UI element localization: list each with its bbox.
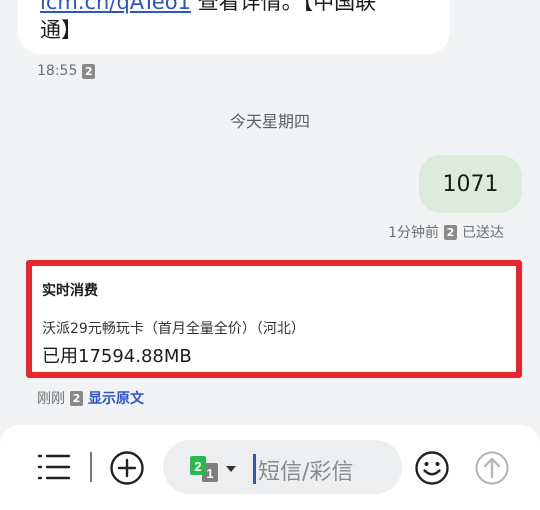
send-arrow-icon[interactable] bbox=[474, 450, 510, 486]
toolbar-divider bbox=[90, 452, 92, 482]
message-time: 刚刚 bbox=[37, 391, 65, 407]
sim-badge: 2 bbox=[70, 390, 83, 406]
sim-active-label: 2 bbox=[194, 459, 201, 474]
sim-badge: 2 bbox=[82, 63, 96, 79]
sent-message-meta: 1分钟前 2 已送达 bbox=[388, 222, 504, 242]
text-cursor bbox=[253, 454, 256, 484]
message-link[interactable]: lcm.cn/qATeo1 bbox=[40, 0, 191, 14]
emoji-icon[interactable] bbox=[414, 450, 450, 486]
message-meta: 18:55 2 bbox=[37, 63, 96, 79]
delivery-status: 已送达 bbox=[462, 225, 504, 241]
message-text-line1: lcm.cn/qATeo1 查看详情。【中国联 bbox=[40, 0, 376, 16]
input-placeholder: 短信/彩信 bbox=[258, 460, 354, 485]
data-usage: 已用17594.88MB bbox=[42, 346, 192, 367]
message-time: 1分钟前 bbox=[388, 225, 439, 241]
card-title: 实时消费 bbox=[42, 283, 98, 299]
list-menu-icon[interactable] bbox=[37, 453, 71, 481]
message-text: 查看详情。【中国联 bbox=[190, 0, 377, 14]
date-separator: 今天星期四 bbox=[229, 112, 310, 131]
received-message-bubble[interactable]: lcm.cn/qATeo1 查看详情。【中国联 通】 bbox=[18, 0, 450, 54]
sim-badge: 2 bbox=[444, 224, 457, 240]
plus-circle-icon[interactable] bbox=[109, 450, 145, 486]
card-meta: 刚刚 2 显示原文 bbox=[37, 388, 144, 408]
message-time: 18:55 bbox=[37, 63, 78, 79]
sent-message-bubble[interactable]: 1071 bbox=[419, 155, 522, 213]
received-card-bubble[interactable]: 实时消费 沃派29元畅玩卡（首月全量全价）（河北） 已用17594.88MB bbox=[26, 260, 522, 378]
chevron-down-icon bbox=[226, 466, 236, 472]
message-text-line2: 通】 bbox=[40, 18, 82, 42]
message-thread: lcm.cn/qATeo1 查看详情。【中国联 通】 18:55 2 今天星期四… bbox=[0, 0, 540, 425]
show-original-link[interactable]: 显示原文 bbox=[88, 388, 144, 408]
sim-other-label: 1 bbox=[206, 466, 213, 481]
plan-name: 沃派29元畅玩卡（首月全量全价）（河北） bbox=[42, 321, 305, 337]
sim-switch-icon[interactable]: 1 2 bbox=[188, 455, 240, 483]
